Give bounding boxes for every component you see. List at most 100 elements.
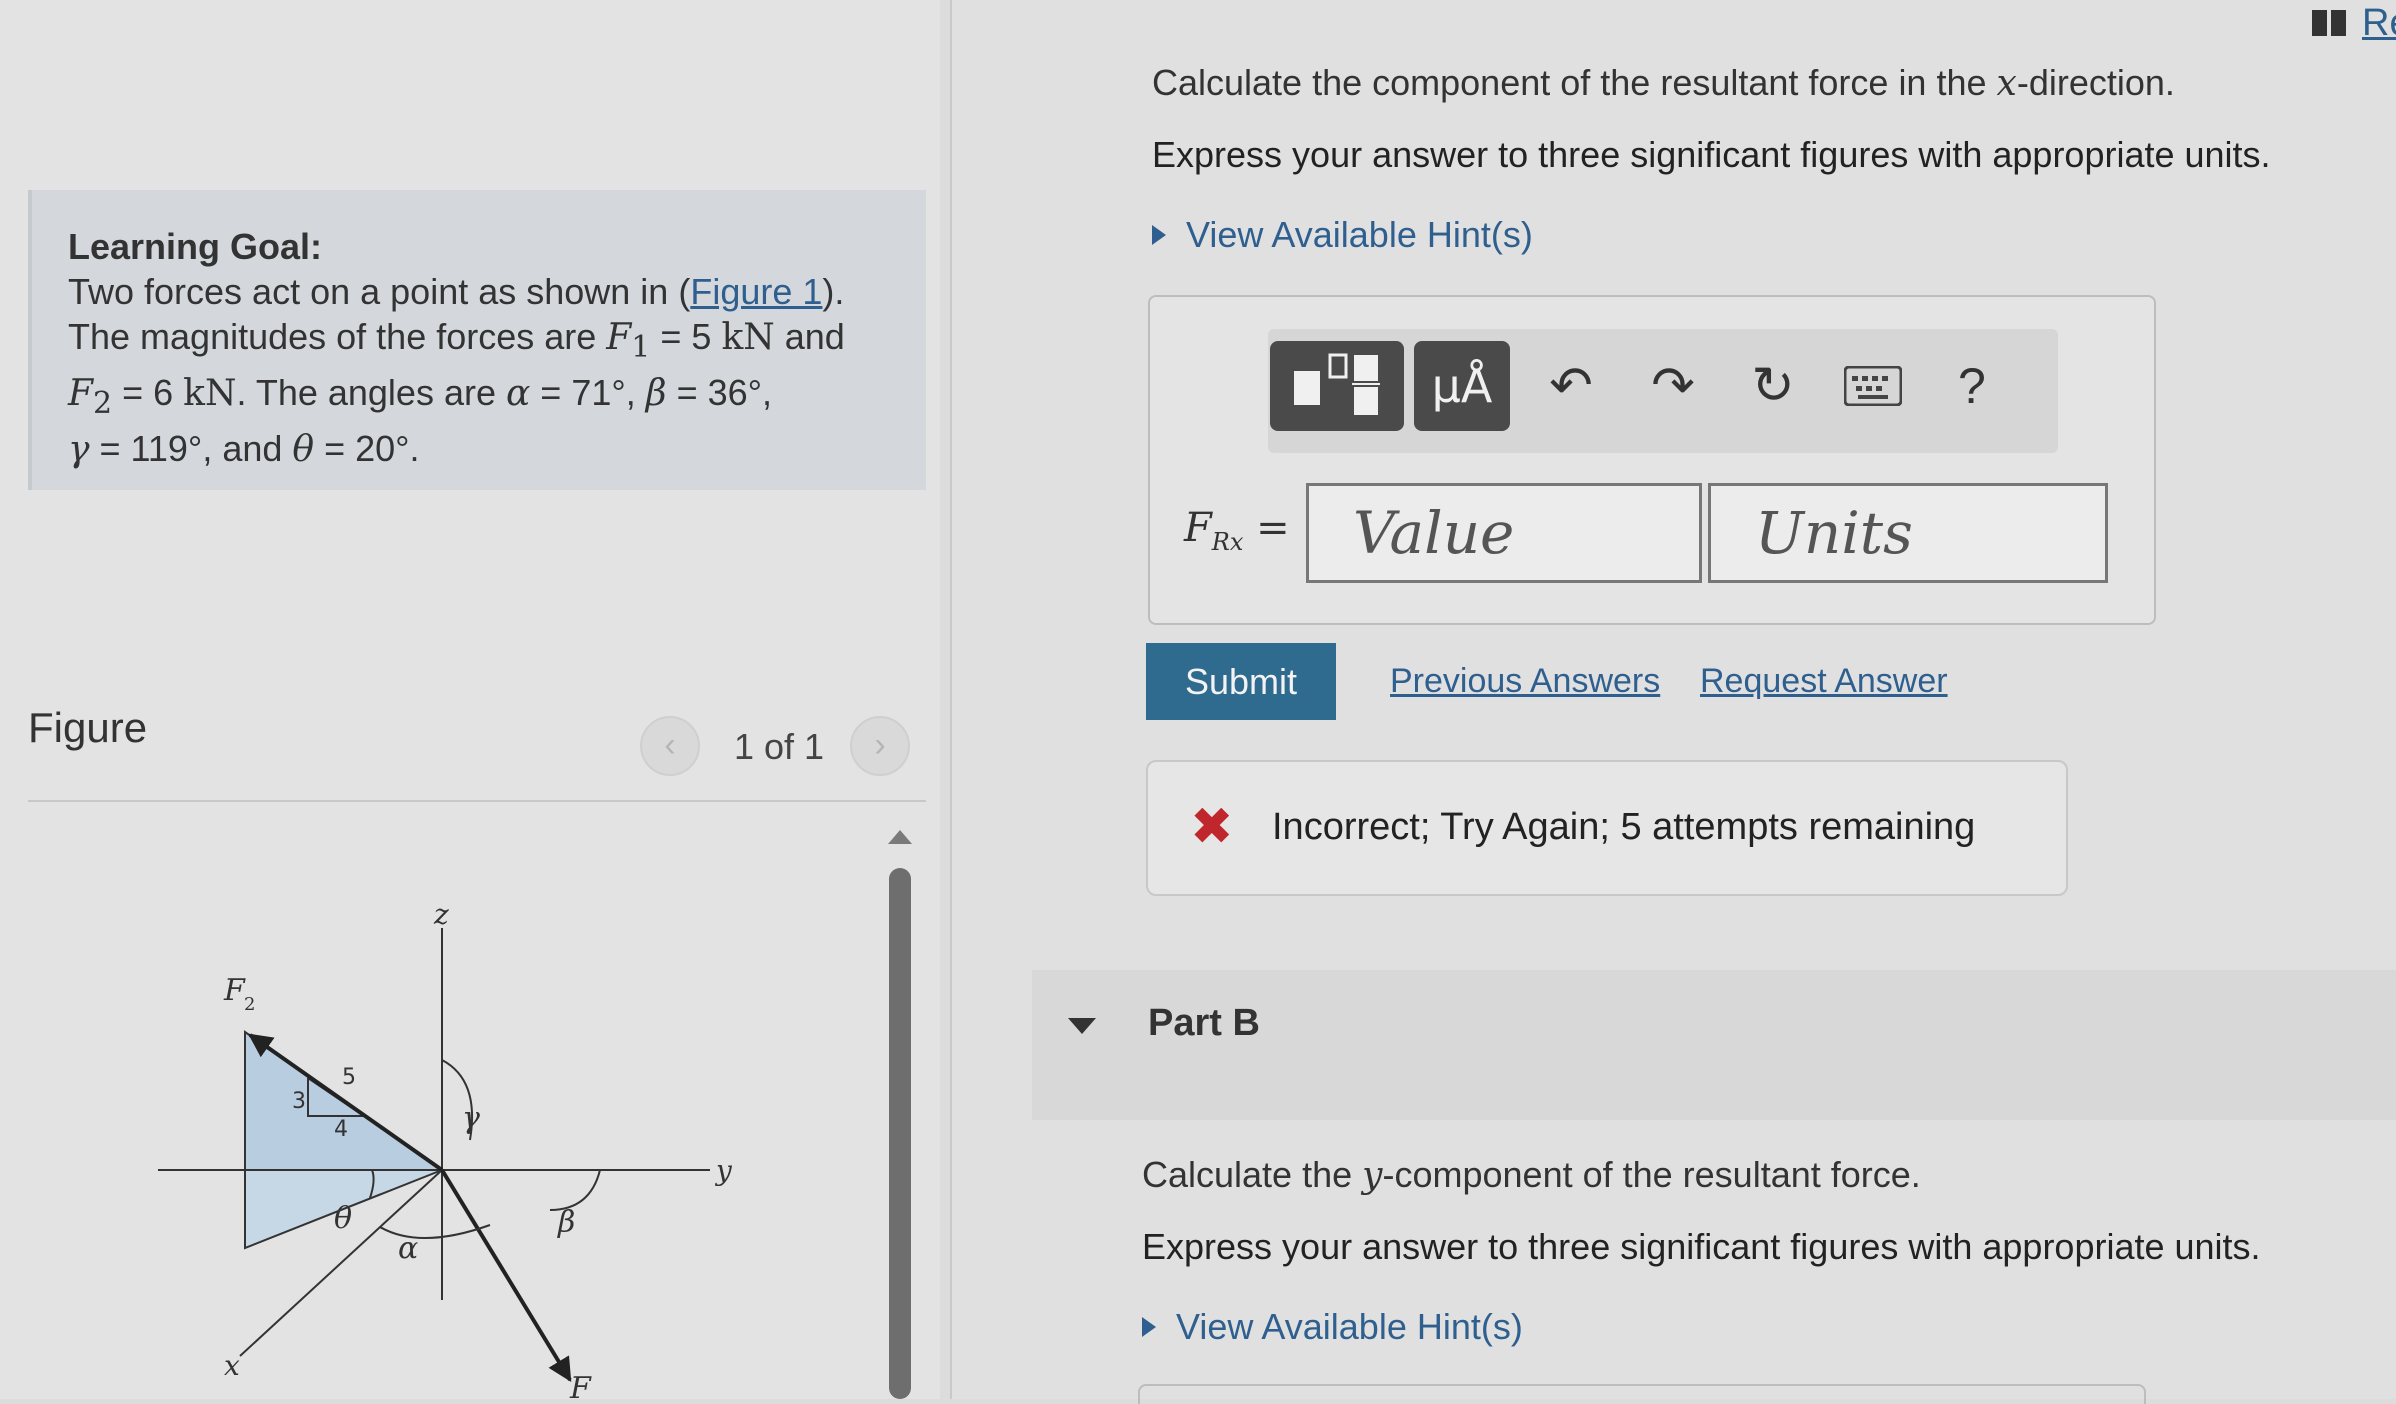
- answer-symbol: F: [1184, 505, 1212, 551]
- feedback-message: Incorrect; Try Again; 5 attempts remaini…: [1272, 806, 1976, 848]
- f1-symbol: F: [606, 317, 632, 358]
- beta-value: = 36°,: [666, 372, 773, 414]
- beta-label: β: [557, 1205, 575, 1240]
- f2-unit: kN: [183, 373, 237, 415]
- f2-label-subscript: 2: [244, 994, 255, 1015]
- request-answer-link[interactable]: Request Answer: [1700, 662, 1948, 701]
- keyboard-icon[interactable]: [1838, 351, 1908, 421]
- figure-divider: [28, 800, 926, 802]
- problem-pane: Learning Goal: Two forces act on a point…: [0, 0, 940, 1399]
- f1-value: = 5: [650, 316, 722, 357]
- lg-text: and: [774, 316, 845, 357]
- help-icon[interactable]: ?: [1958, 351, 1986, 421]
- feedback-box: ✖ Incorrect; Try Again; 5 attempts remai…: [1146, 760, 2068, 896]
- part-b-prompt: Calculate the y-component of the resulta…: [1142, 1154, 1921, 1196]
- prompt-variable: x: [1996, 63, 2017, 104]
- part-b-instructions: Express your answer to three significant…: [1142, 1226, 2261, 1267]
- slope-label-3: 3: [292, 1089, 306, 1114]
- lg-text: . The angles are: [236, 372, 506, 414]
- prompt-text: -direction.: [2016, 62, 2175, 103]
- learning-goal-title: Learning Goal:: [68, 226, 323, 267]
- hint-label: View Available Hint(s): [1186, 214, 1533, 255]
- template-button[interactable]: [1270, 341, 1404, 431]
- part-a-instructions: Express your answer to three significant…: [1152, 134, 2271, 175]
- f2-label: F 2: [223, 973, 255, 1015]
- figure-1-link[interactable]: Figure 1: [690, 271, 822, 312]
- learning-goal-line-2: The magnitudes of the forces are F1 = 5 …: [68, 314, 926, 370]
- answer-equals: =: [1243, 505, 1290, 551]
- previous-answers-link[interactable]: Previous Answers: [1390, 662, 1660, 701]
- units-input[interactable]: Units: [1708, 483, 2108, 583]
- reset-icon[interactable]: ↻: [1738, 351, 1808, 421]
- caret-down-icon[interactable]: [1068, 1018, 1096, 1034]
- redo-icon[interactable]: ↷: [1638, 351, 1708, 421]
- fraction-template-icon: [1294, 353, 1380, 415]
- beta-arc: [549, 1169, 601, 1211]
- gamma-value: = 119°, and: [89, 428, 293, 470]
- lg-text: ).: [822, 271, 845, 312]
- f2-subscript: 2: [92, 386, 113, 422]
- review-icon[interactable]: [2312, 10, 2346, 36]
- figure-counter: 1 of 1: [734, 726, 825, 767]
- part-a-hint-toggle[interactable]: View Available Hint(s): [1152, 214, 1533, 256]
- f2-value: = 6: [112, 372, 184, 414]
- theta-value: = 20°.: [314, 428, 420, 470]
- prompt-variable: y: [1362, 1155, 1383, 1196]
- f1-unit: kN: [721, 317, 775, 358]
- learning-goal-line-1: Two forces act on a point as shown in (F…: [68, 269, 926, 314]
- prompt-text: Calculate the: [1142, 1154, 1363, 1195]
- part-a-answer-box: μÅ ↶ ↷ ↻ ? FRx = Value Units: [1148, 295, 2156, 625]
- learning-goal-line-4: γ = 119°, and θ = 20°.: [68, 426, 926, 472]
- review-link[interactable]: Re: [2362, 2, 2396, 45]
- scroll-up-arrow-icon[interactable]: [888, 830, 912, 844]
- alpha-label: α: [398, 1231, 418, 1266]
- z-axis-label: z: [433, 898, 449, 931]
- y-axis-label: y: [714, 1154, 733, 1187]
- prompt-text: Calculate the component of the resultant…: [1152, 62, 1997, 103]
- theta-label: θ: [334, 1201, 352, 1236]
- lg-text: Two forces act on a point as shown in (: [68, 271, 691, 312]
- keyboard-glyph: [1843, 365, 1903, 407]
- hint-label: View Available Hint(s): [1176, 1306, 1523, 1347]
- beta-symbol: β: [645, 373, 667, 415]
- f1-label-symbol: F: [569, 1371, 592, 1399]
- learning-goal-box: Learning Goal: Two forces act on a point…: [28, 190, 926, 490]
- force-diagram: z y x F 2 F 3 4 5 γ β α θ: [158, 898, 733, 1399]
- undo-icon[interactable]: ↶: [1536, 351, 1606, 421]
- units-button[interactable]: μÅ: [1414, 341, 1510, 431]
- value-input[interactable]: Value: [1306, 483, 1702, 583]
- error-x-icon: ✖: [1190, 798, 1234, 856]
- alpha-value: = 71°,: [530, 372, 646, 414]
- f1-subscript: 1: [631, 330, 651, 366]
- f2-symbol: F: [68, 373, 93, 415]
- caret-right-icon: [1142, 1317, 1156, 1337]
- answer-variable-label: FRx =: [1184, 505, 1290, 556]
- math-toolbar: μÅ ↶ ↷ ↻ ?: [1268, 329, 2058, 453]
- figure-prev-button[interactable]: ‹: [640, 716, 700, 776]
- part-b-hint-toggle[interactable]: View Available Hint(s): [1142, 1306, 1523, 1348]
- chevron-left-icon: ‹: [664, 726, 676, 764]
- prompt-text: -component of the resultant force.: [1382, 1154, 1921, 1195]
- chevron-right-icon: ›: [874, 726, 886, 764]
- answer-subscript: Rx: [1211, 528, 1244, 556]
- alpha-arc: [379, 1224, 491, 1239]
- f2-label-symbol: F: [223, 973, 246, 1008]
- f1-vector: [440, 1168, 572, 1383]
- lg-text: The magnitudes of the forces are: [68, 316, 607, 357]
- part-b-header[interactable]: [1032, 970, 2396, 1120]
- submit-button[interactable]: Submit: [1146, 643, 1336, 720]
- figure-scrollbar[interactable]: [889, 868, 911, 1399]
- gamma-label: γ: [462, 1101, 480, 1136]
- theta-symbol: θ: [292, 429, 315, 471]
- part-b-answer-box: [1138, 1384, 2146, 1404]
- figure-next-button[interactable]: ›: [850, 716, 910, 776]
- x-axis-label: x: [224, 1349, 240, 1382]
- slope-label-4: 4: [334, 1117, 348, 1142]
- alpha-symbol: α: [505, 373, 531, 415]
- part-b-title[interactable]: Part B: [1148, 1002, 1260, 1045]
- f1-label: F: [569, 1371, 592, 1399]
- learning-goal-line-3: F2 = 6 kN. The angles are α = 71°, β = 3…: [68, 370, 926, 426]
- figure-heading: Figure: [28, 704, 148, 751]
- gamma-symbol: γ: [68, 429, 90, 471]
- question-pane: Re Calculate the component of the result…: [952, 0, 2396, 1404]
